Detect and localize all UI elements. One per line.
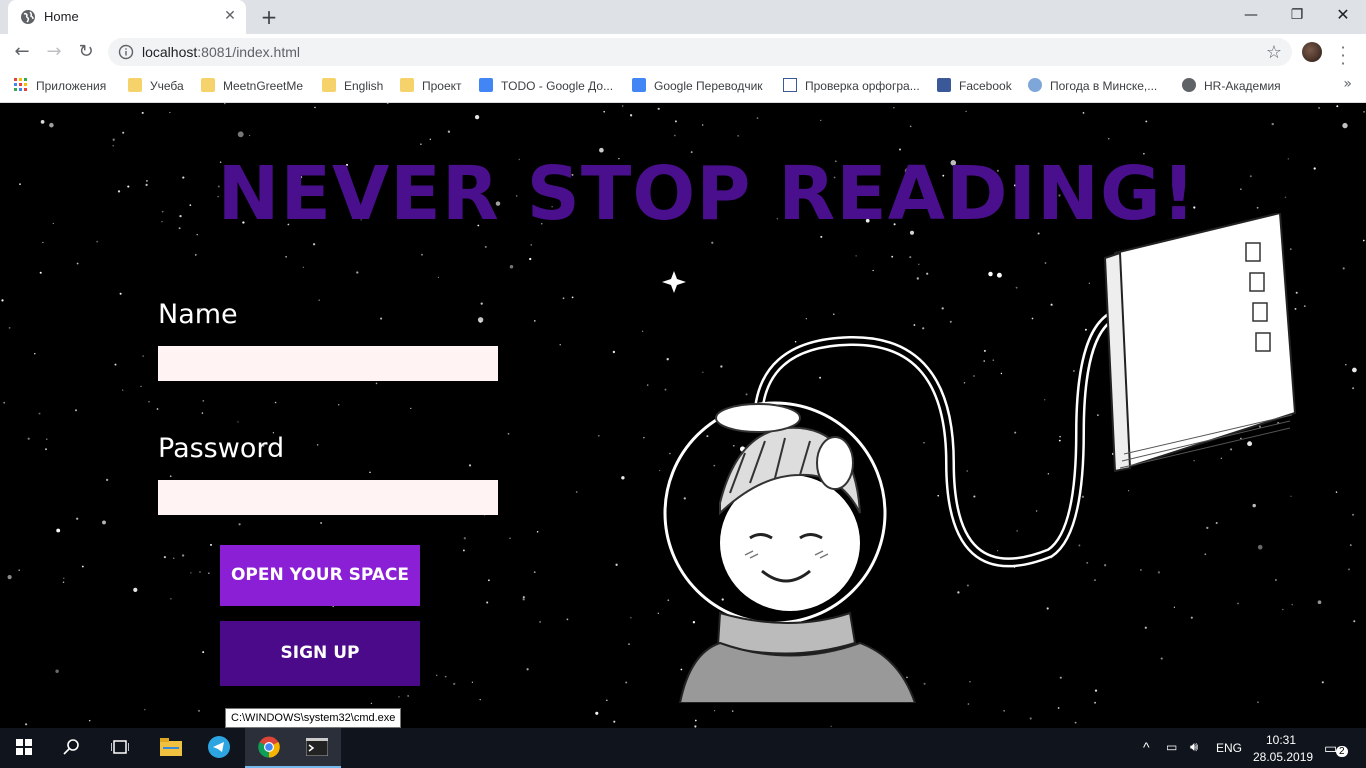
bookmark-label: Google Переводчик (654, 79, 763, 93)
bookmark-todo-docs[interactable]: TODO - Google До... (479, 76, 613, 96)
url-text[interactable]: localhost:8081/index.html (142, 44, 300, 60)
clock-date[interactable]: 28.05.2019 (1253, 750, 1313, 764)
globe-icon (1182, 78, 1196, 92)
apps-grid-icon (14, 78, 27, 91)
bookmark-folder-english[interactable]: English (322, 76, 383, 96)
minimize-button[interactable]: — (1228, 0, 1274, 30)
notifications-count: 2 (1336, 746, 1348, 757)
tab-strip: Home ✕ + — ❐ ✕ (0, 0, 1366, 34)
bookmark-folder-proekt[interactable]: Проект (400, 76, 462, 96)
windows-taskbar: ^ ▭ 🔊︎ ENG 10:31 28.05.2019 ▭ 2 (0, 728, 1366, 768)
battery-icon[interactable]: ▭ (1166, 740, 1177, 754)
password-label: Password (158, 433, 285, 464)
facebook-icon (937, 78, 951, 92)
input-language[interactable]: ENG (1216, 741, 1242, 755)
sign-up-button[interactable]: SIGN UP (220, 621, 420, 686)
book-drawing (1103, 213, 1297, 473)
open-your-space-button[interactable]: OPEN YOUR SPACE (220, 545, 420, 606)
google-translate-icon (632, 78, 646, 92)
bookmark-label: Учеба (150, 79, 184, 93)
forward-arrow-icon[interactable]: → (42, 40, 66, 64)
name-input[interactable] (158, 346, 498, 381)
folder-icon (322, 78, 336, 92)
password-input[interactable] (158, 480, 498, 515)
folder-icon (128, 78, 142, 92)
clock-time[interactable]: 10:31 (1266, 733, 1296, 747)
bookmarks-bar: Приложения Учеба MeetnGreetMe English Пр… (0, 70, 1366, 103)
notifications-icon[interactable]: ▭ (1324, 740, 1337, 757)
windows-logo-icon (16, 739, 32, 755)
restore-button[interactable]: ❐ (1274, 0, 1320, 30)
spellcheck-icon (783, 78, 797, 92)
menu-kebab-icon[interactable]: · · · (1336, 40, 1350, 72)
back-arrow-icon[interactable]: ← (10, 40, 34, 64)
bookmark-label: English (344, 79, 384, 93)
google-docs-icon (479, 78, 493, 92)
bookmark-label: Приложения (36, 79, 107, 93)
file-explorer-icon[interactable] (147, 728, 195, 768)
bookmark-folder-meetngreetme[interactable]: MeetnGreetMe (201, 76, 303, 96)
folder-icon (400, 78, 414, 92)
bookmark-hr-academy[interactable]: HR-Академия (1182, 76, 1281, 96)
task-view-icon[interactable] (96, 728, 144, 768)
bookmark-label: Проект (422, 79, 462, 93)
browser-toolbar: ← → ↻ localhost:8081/index.html ☆ · · · (0, 34, 1366, 72)
bookmark-label: Погода в Минске,... (1050, 79, 1158, 93)
new-tab-button[interactable]: + (258, 6, 280, 28)
bookmark-label: HR-Академия (1204, 79, 1281, 93)
bookmark-label: Facebook (959, 79, 1012, 93)
taskbar-tooltip: C:\WINDOWS\system32\cmd.exe (225, 708, 402, 728)
cmd-icon[interactable] (293, 728, 341, 768)
start-button[interactable] (0, 728, 48, 768)
bookmark-apps[interactable]: Приложения (14, 76, 106, 96)
close-window-button[interactable]: ✕ (1320, 0, 1366, 30)
bookmark-star-icon[interactable]: ☆ (1266, 42, 1282, 63)
bookmark-google-translate[interactable]: Google Переводчик (632, 76, 763, 96)
page-content: NEVER STOP READING! Name Password OPEN Y… (0, 103, 1366, 728)
info-icon[interactable] (118, 44, 134, 60)
bookmark-spellcheck[interactable]: Проверка орфогра... (783, 76, 920, 96)
telegram-icon[interactable] (195, 728, 243, 768)
globe-icon (21, 10, 35, 24)
speaker-icon[interactable]: 🔊︎ (1190, 739, 1198, 755)
astronaut-reading-illustration (663, 213, 1297, 703)
url-path: :8081/index.html (197, 44, 300, 60)
bookmark-label: TODO - Google До... (501, 79, 614, 93)
reload-icon[interactable]: ↻ (74, 40, 98, 64)
bookmark-facebook[interactable]: Facebook (937, 76, 1012, 96)
weather-icon (1028, 78, 1042, 92)
bookmark-folder-ucheba[interactable]: Учеба (128, 76, 184, 96)
tab-title: Home (44, 9, 79, 24)
tab-home[interactable]: Home ✕ (8, 0, 246, 34)
bookmark-weather[interactable]: Погода в Минске,... (1028, 76, 1157, 96)
folder-icon (201, 78, 215, 92)
tray-chevron-icon[interactable]: ^ (1143, 739, 1150, 755)
close-tab-icon[interactable]: ✕ (222, 8, 238, 24)
search-icon[interactable] (48, 728, 96, 768)
chrome-icon[interactable] (245, 728, 293, 768)
address-bar[interactable]: localhost:8081/index.html ☆ (108, 38, 1292, 66)
bookmarks-overflow-icon[interactable]: » (1343, 76, 1352, 92)
bookmark-label: Проверка орфогра... (805, 79, 920, 93)
profile-avatar[interactable] (1302, 42, 1322, 62)
name-label: Name (158, 299, 238, 330)
bookmark-label: MeetnGreetMe (223, 79, 304, 93)
url-host: localhost (142, 44, 198, 60)
